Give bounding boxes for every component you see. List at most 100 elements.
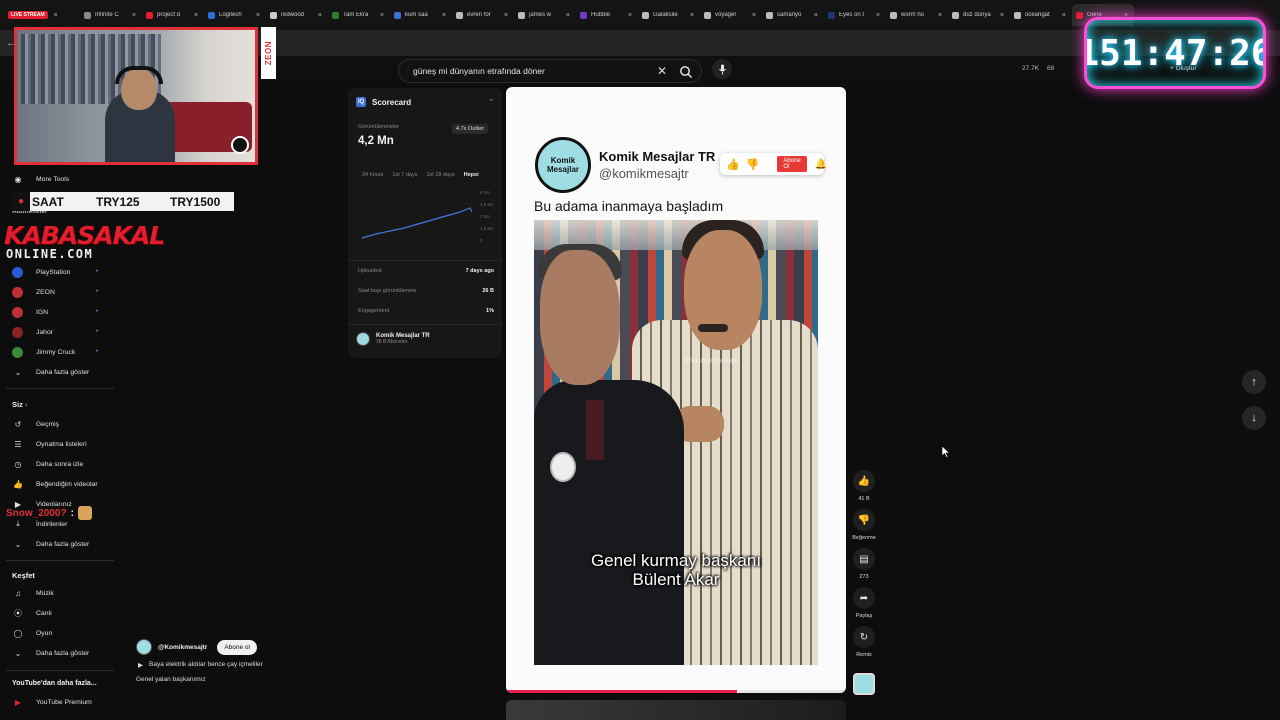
browser-tab[interactable]: LIVE STREAM × <box>4 4 80 26</box>
close-tab-icon[interactable]: × <box>628 12 632 19</box>
close-tab-icon[interactable]: × <box>1000 12 1004 19</box>
sidebar-item-playlists[interactable]: ☰ Oynatma listeleri <box>12 436 86 452</box>
tab-label: evren for <box>467 12 491 18</box>
scorecard-header[interactable]: IQ Scorecard <box>356 97 411 107</box>
sidebar-show-more-subscriptions[interactable]: ⌄ Daha fazla göster <box>12 364 90 380</box>
browser-tab[interactable]: oceangat × <box>1010 4 1072 26</box>
clear-search-icon[interactable]: ✕ <box>657 64 667 78</box>
browser-tab[interactable]: worm ho × <box>886 4 948 26</box>
browser-tab[interactable]: voyager × <box>700 4 762 26</box>
browser-tab[interactable]: project d × <box>142 4 204 26</box>
browser-tab[interactable]: kum saa × <box>390 4 452 26</box>
sidebar-channel[interactable]: Jimmy Cruck • <box>12 344 98 360</box>
thumbs-down-icon: 👎 <box>745 158 760 171</box>
search-box[interactable]: ✕ <box>398 59 702 83</box>
close-tab-icon[interactable]: × <box>876 12 880 19</box>
sidebar-channel[interactable]: PlayStation • <box>12 264 98 280</box>
bell-icon: 🔔 <box>814 158 828 170</box>
man-in-black-jacket <box>534 380 684 665</box>
subathon-timer: 151:47:26 <box>1084 17 1266 89</box>
browser-tab[interactable]: redwood × <box>266 4 328 26</box>
sidebar-item-label: İndirilenler <box>36 520 68 528</box>
channel-avatar[interactable] <box>136 639 152 655</box>
browser-tab[interactable]: Infinite C × <box>80 4 142 26</box>
tab-favicon-icon <box>828 11 835 19</box>
browser-tab[interactable]: düz dünya × <box>948 4 1010 26</box>
video-progress-bar[interactable] <box>506 690 846 693</box>
tab-favicon-icon <box>1076 11 1083 19</box>
tab-label: Logitech <box>219 12 242 18</box>
browser-tab[interactable]: samanyo × <box>762 4 824 26</box>
chevron-up-icon[interactable]: ⌃ <box>488 98 494 106</box>
close-tab-icon[interactable]: × <box>566 12 570 19</box>
close-tab-icon[interactable]: × <box>1062 12 1066 19</box>
channel-avatar <box>12 266 23 278</box>
sidebar-channel[interactable]: IGN • <box>12 304 98 320</box>
sidebar-item-history[interactable]: ↺ Geçmiş <box>12 416 59 432</box>
comments-button[interactable]: ▤ <box>853 548 875 570</box>
close-tab-icon[interactable]: × <box>938 12 942 19</box>
close-tab-icon[interactable]: × <box>504 12 508 19</box>
subscribe-button[interactable]: Abone ol <box>217 639 257 655</box>
sidebar-show-more-explore[interactable]: ⌄ Daha fazla göster <box>12 645 90 661</box>
browser-tab[interactable]: evren for × <box>452 4 514 26</box>
remix-button[interactable]: ↻ <box>853 626 875 648</box>
browser-tab[interactable]: Tam Ekra × <box>328 4 390 26</box>
tab-all[interactable]: Hepsi <box>464 172 479 178</box>
headset <box>115 66 163 84</box>
close-tab-icon[interactable]: × <box>690 12 694 19</box>
scorecard-title: Scorecard <box>372 97 412 107</box>
sidebar-item-gaming[interactable]: ◯ Oyun <box>12 625 53 641</box>
sidebar-item-liked-videos[interactable]: 👍 Beğendiğim videolar <box>12 476 98 492</box>
close-tab-icon[interactable]: × <box>442 12 446 19</box>
short-title-row[interactable]: ▶ Baya elektrik aldılar bence çay içmeli… <box>138 661 263 669</box>
search-input[interactable] <box>413 64 653 78</box>
close-tab-icon[interactable]: × <box>256 12 260 19</box>
sidebar-show-more-you[interactable]: ⌄ Daha fazla göster <box>12 536 90 552</box>
browser-tab[interactable]: Eyes on t × <box>824 4 886 26</box>
dislike-button[interactable]: 👎 <box>853 509 875 531</box>
tab-favicon-icon <box>518 11 525 19</box>
tab-label: james w <box>529 12 552 18</box>
sidebar-item-watch-later[interactable]: ◷ Daha sonra izle <box>12 456 84 472</box>
tab-favicon-icon <box>704 11 711 19</box>
sidebar-item-label: Daha fazla göster <box>36 540 90 548</box>
sound-source-avatar[interactable] <box>853 673 875 695</box>
close-tab-icon[interactable]: × <box>194 12 198 19</box>
channel-handle[interactable]: @Komikmesajtr <box>158 644 207 651</box>
browser-tab[interactable]: Hubble × <box>576 4 638 26</box>
sidebar-item-label: Daha fazla göster <box>36 649 90 657</box>
close-tab-icon[interactable]: × <box>380 12 384 19</box>
browser-tab[interactable]: Logitech × <box>204 4 266 26</box>
share-button[interactable]: ➦ <box>853 587 875 609</box>
sidebar-item-youtube-premium[interactable]: ▶ YouTube Premium <box>12 694 92 710</box>
tab-24-hours[interactable]: 24 hours <box>362 172 383 178</box>
live-broadcast-icon: ⦿ <box>14 608 22 618</box>
tab-first-28-days[interactable]: 1st 28 days <box>426 172 454 178</box>
close-tab-icon[interactable]: × <box>814 12 818 19</box>
close-tab-icon[interactable]: × <box>54 12 58 19</box>
sidebar-item-live[interactable]: ⦿ Canlı <box>12 605 52 621</box>
new-content-dot-icon: • <box>96 349 99 355</box>
search-icon[interactable] <box>679 65 693 79</box>
close-tab-icon[interactable]: × <box>318 12 322 19</box>
close-tab-icon[interactable]: × <box>752 12 756 19</box>
sidebar-channel[interactable]: Jahor • <box>12 324 98 340</box>
browser-tab[interactable]: Galaksile × <box>638 4 700 26</box>
close-tab-icon[interactable]: × <box>132 12 136 19</box>
scorecard-channel[interactable]: Komik Mesajlar TR 38 B Aboneler <box>356 332 430 346</box>
tab-first-7-days[interactable]: 1st 7 days <box>392 172 417 178</box>
gamepad-icon: ◯ <box>13 628 23 638</box>
shorts-player[interactable]: Komik Mesajlar Komik Mesajlar TR @komikm… <box>506 87 846 693</box>
sidebar-item-music[interactable]: ♫ Müzik <box>12 585 54 601</box>
voice-search-button[interactable] <box>712 59 732 79</box>
sidebar-channel[interactable]: ZEON • <box>12 284 98 300</box>
channel-avatar <box>12 306 23 318</box>
you-heading[interactable]: Siz › <box>12 400 27 409</box>
previous-short-button[interactable]: ↑ <box>1242 370 1266 394</box>
sidebar-item-more-tools[interactable]: ◉ More Tools <box>12 171 70 187</box>
like-button[interactable]: 👍 <box>853 470 875 492</box>
browser-tab[interactable]: james w × <box>514 4 576 26</box>
stream-brand-logo: KABASAKAL ONLINE.COM <box>4 223 165 261</box>
next-short-button[interactable]: ↓ <box>1242 406 1266 430</box>
